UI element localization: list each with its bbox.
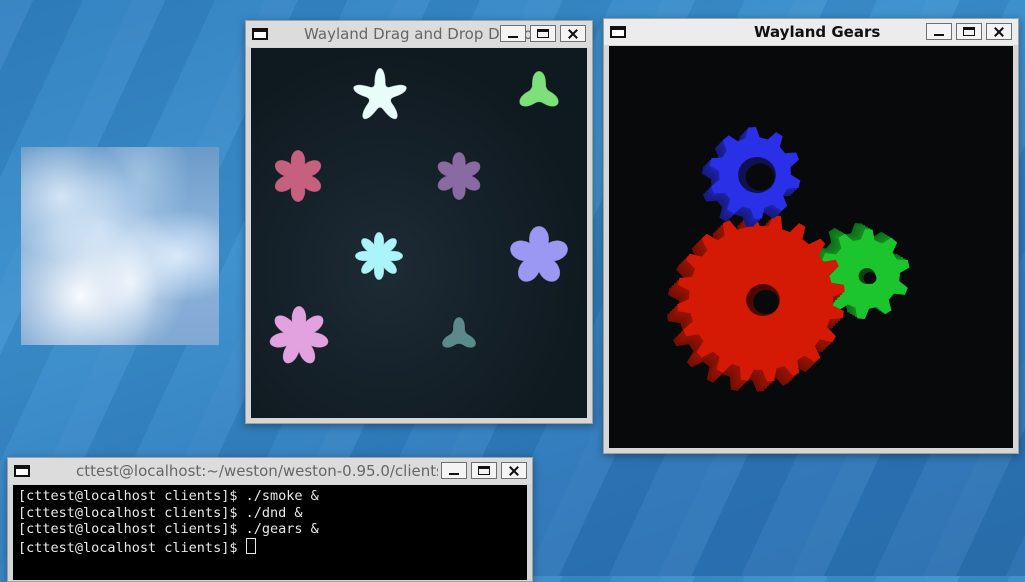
dnd-items: [269, 67, 569, 365]
terminal-titlebar[interactable]: cttest@localhost:~/weston/weston-0.95.0/…: [8, 458, 532, 484]
minimize-button[interactable]: [926, 23, 952, 40]
terminal-output[interactable]: [cttest@localhost clients]$ ./smoke & [c…: [13, 485, 527, 580]
minimize-button[interactable]: [500, 25, 526, 42]
dnd-item-star4[interactable]: [352, 67, 408, 120]
gears-window[interactable]: Wayland Gears: [603, 18, 1019, 454]
dnd-canvas[interactable]: [251, 48, 587, 418]
gears-scene: [609, 46, 1013, 448]
dnd-item-tri[interactable]: [441, 316, 477, 349]
terminal-window[interactable]: cttest@localhost:~/weston/weston-0.95.0/…: [7, 457, 533, 582]
close-button[interactable]: [986, 23, 1012, 40]
dnd-titlebar[interactable]: Wayland Drag and Drop Demo: [246, 21, 592, 47]
gears-titlebar[interactable]: Wayland Gears: [604, 19, 1018, 45]
terminal-window-title: cttest@localhost:~/weston/weston-0.95.0/…: [76, 462, 438, 480]
close-button[interactable]: [501, 462, 527, 479]
terminal-prompt-line[interactable]: [cttest@localhost clients]$: [18, 537, 527, 556]
window-icon[interactable]: [14, 465, 30, 477]
maximize-button[interactable]: [530, 25, 556, 42]
terminal-prompt: [cttest@localhost clients]$: [18, 539, 246, 556]
gears-window-title: Wayland Gears: [754, 23, 881, 41]
dnd-item-tri[interactable]: [518, 70, 560, 108]
close-button[interactable]: [560, 25, 586, 42]
maximize-button[interactable]: [956, 23, 982, 40]
smoke-surface[interactable]: [21, 147, 219, 345]
dnd-item-flower5[interactable]: [509, 225, 569, 283]
dnd-item-flower7[interactable]: [269, 305, 329, 365]
terminal-line: [cttest@localhost clients]$ ./smoke &: [18, 488, 319, 504]
window-icon[interactable]: [252, 28, 268, 40]
dnd-item-flower6[interactable]: [274, 149, 322, 203]
terminal-line: [cttest@localhost clients]$ ./dnd &: [18, 504, 303, 521]
gears-canvas[interactable]: [609, 46, 1013, 448]
text-cursor: [245, 537, 256, 554]
dnd-item-flower6[interactable]: [437, 151, 481, 201]
minimize-button[interactable]: [441, 462, 467, 479]
terminal-line: [cttest@localhost clients]$ ./gears &: [18, 521, 319, 537]
maximize-button[interactable]: [471, 462, 497, 479]
dnd-item-flower8[interactable]: [354, 231, 404, 281]
dnd-window[interactable]: Wayland Drag and Drop Demo: [245, 20, 593, 424]
window-icon[interactable]: [610, 26, 626, 38]
